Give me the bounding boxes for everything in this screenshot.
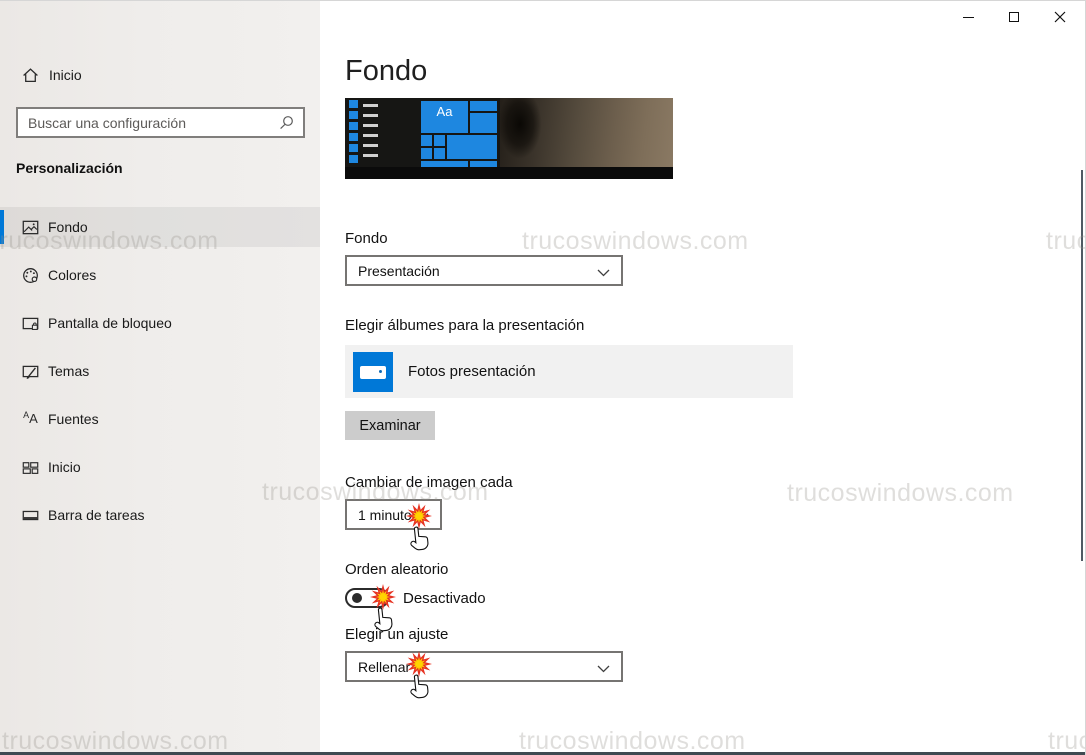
shuffle-label: Orden aleatorio: [345, 561, 448, 578]
toggle-knob-icon: [352, 593, 362, 603]
albums-section-label: Elegir álbumes para la presentación: [345, 317, 584, 334]
preview-tile: [447, 135, 497, 159]
sidebar-item-label: Inicio: [48, 459, 81, 475]
watermark-text: trucoswindows.com: [1046, 227, 1086, 256]
fit-value: Rellenar: [358, 659, 410, 675]
shuffle-state-text: Desactivado: [403, 590, 486, 607]
close-icon: [1054, 11, 1066, 23]
interval-label: Cambiar de imagen cada: [345, 474, 513, 491]
minimize-button[interactable]: [945, 1, 991, 33]
sidebar-item-barra-de-tareas[interactable]: Barra de tareas: [0, 495, 320, 535]
sidebar-item-colores[interactable]: Colores: [0, 255, 320, 295]
preview-tile: [421, 148, 432, 159]
sidebar-item-label: Fondo: [48, 219, 88, 235]
sidebar-item-label: Pantalla de bloqueo: [48, 315, 172, 331]
album-picture-icon: [353, 352, 393, 392]
shuffle-toggle[interactable]: [345, 588, 389, 608]
sidebar-item-fondo[interactable]: Fondo: [0, 207, 320, 247]
album-picture-frame: [360, 366, 386, 379]
sidebar-item-label: Colores: [48, 267, 96, 283]
sidebar-item-label: Temas: [48, 363, 89, 379]
maximize-button[interactable]: [991, 1, 1037, 33]
sidebar: Inicio Personalización Fondo Colores Pan…: [0, 1, 320, 753]
sidebar-item-label: Fuentes: [48, 411, 99, 427]
themes-icon: [22, 363, 39, 380]
preview-tile: [470, 101, 497, 111]
preview-tile: [434, 148, 445, 159]
home-icon: [22, 67, 39, 84]
chevron-down-icon: [416, 513, 429, 521]
background-preview-image: Aa: [345, 98, 673, 179]
sidebar-home-button[interactable]: Inicio: [0, 59, 320, 91]
sidebar-section-header: Personalización: [16, 160, 123, 176]
search-input[interactable]: [18, 109, 279, 136]
preview-tile: [421, 135, 432, 146]
preview-tile-aa: Aa: [421, 101, 468, 133]
sidebar-item-pantalla-de-bloqueo[interactable]: Pantalla de bloqueo: [0, 303, 320, 343]
chevron-down-icon: [597, 665, 610, 673]
preview-start-list-icons: [349, 100, 358, 166]
background-type-value: Presentación: [358, 263, 440, 279]
background-dropdown-label: Fondo: [345, 230, 388, 247]
vertical-scrollbar[interactable]: [1081, 170, 1083, 561]
preview-taskbar: [345, 167, 673, 179]
window-controls: [945, 1, 1083, 33]
palette-icon: [22, 267, 39, 284]
album-picture-dot: [379, 370, 382, 373]
lock-screen-icon: [22, 315, 39, 332]
fonts-icon: AA: [22, 410, 39, 428]
watermark-text: trucoswindows.com: [1048, 727, 1086, 755]
sidebar-item-fuentes[interactable]: AA Fuentes: [0, 399, 320, 439]
sidebar-home-label: Inicio: [49, 67, 82, 83]
search-icon[interactable]: [279, 115, 294, 130]
preview-photo: [500, 98, 673, 167]
browse-button[interactable]: Examinar: [345, 411, 435, 440]
watermark-text: trucoswindows.com: [787, 479, 1014, 508]
minimize-icon: [963, 17, 974, 18]
sidebar-item-inicio[interactable]: Inicio: [0, 447, 320, 487]
watermark-text: trucoswindows.com: [522, 227, 749, 256]
preview-tile: [470, 113, 497, 133]
fit-dropdown[interactable]: Rellenar: [345, 651, 623, 682]
sidebar-item-temas[interactable]: Temas: [0, 351, 320, 391]
start-tiles-icon: [22, 459, 39, 476]
sidebar-item-label: Barra de tareas: [48, 507, 145, 523]
taskbar-icon: [22, 507, 39, 524]
close-button[interactable]: [1037, 1, 1083, 33]
album-name: Fotos presentación: [408, 363, 536, 380]
chevron-down-icon: [597, 269, 610, 277]
settings-window: Configuración Inicio Personalización Fon…: [0, 0, 1086, 755]
selected-accent-bar: [0, 210, 4, 244]
settings-search-box: [16, 107, 305, 138]
preview-tile: [434, 135, 445, 146]
interval-dropdown[interactable]: 1 minuto: [345, 499, 442, 530]
watermark-text: trucoswindows.com: [519, 727, 746, 755]
image-icon: [22, 219, 39, 236]
album-item-fotos-presentacion[interactable]: Fotos presentación: [345, 345, 793, 398]
preview-tile-text: Aa: [437, 104, 453, 119]
background-type-dropdown[interactable]: Presentación: [345, 255, 623, 286]
maximize-icon: [1009, 12, 1019, 22]
fit-label: Elegir un ajuste: [345, 626, 448, 643]
interval-value: 1 minuto: [358, 507, 412, 523]
page-title: Fondo: [345, 55, 427, 88]
preview-start-list-lines: [363, 104, 378, 164]
